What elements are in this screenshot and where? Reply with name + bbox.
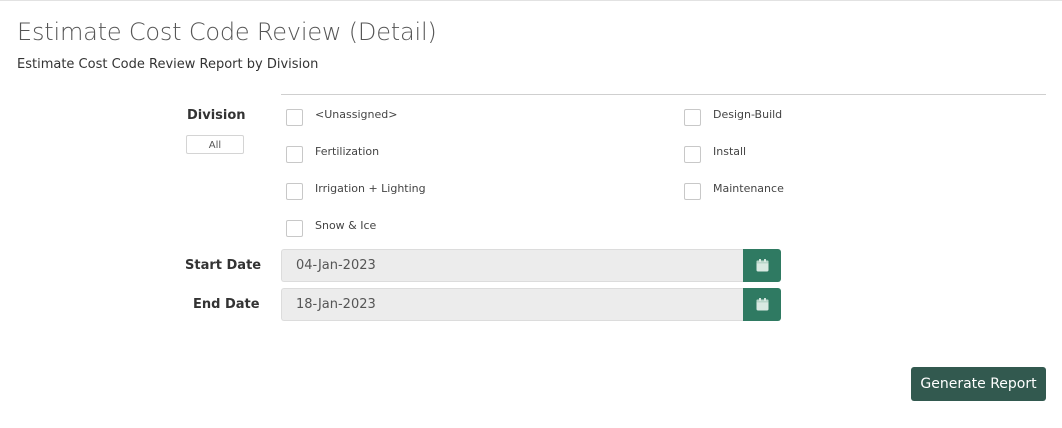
checkbox[interactable] <box>286 220 303 237</box>
generate-report-button[interactable]: Generate Report <box>911 367 1046 401</box>
section-divider <box>281 94 1046 95</box>
checkbox[interactable] <box>286 109 303 126</box>
division-checkbox-install[interactable]: Install <box>684 145 746 163</box>
checkbox-label: Install <box>713 145 747 158</box>
division-checkbox-irrigation-lighting[interactable]: Irrigation + Lighting <box>286 182 426 200</box>
calendar-icon <box>756 259 768 272</box>
checkbox[interactable] <box>684 146 701 163</box>
division-checkbox-snow-ice[interactable]: Snow & Ice <box>286 219 376 237</box>
division-checkbox-fertilization[interactable]: Fertilization <box>286 145 379 163</box>
page-title: Estimate Cost Code Review (Detail) <box>17 18 437 46</box>
checkbox[interactable] <box>684 109 701 126</box>
checkbox-label: <Unassigned> <box>315 108 398 121</box>
checkbox-label: Design-Build <box>713 108 783 121</box>
calendar-icon <box>756 298 768 311</box>
checkbox[interactable] <box>286 183 303 200</box>
end-date-label: End Date <box>193 297 260 312</box>
checkbox-label: Snow & Ice <box>315 219 377 232</box>
checkbox-label: Maintenance <box>713 182 784 195</box>
page-subtitle: Estimate Cost Code Review Report by Divi… <box>17 57 319 72</box>
end-date-input[interactable] <box>281 288 743 321</box>
division-label: Division <box>187 108 246 123</box>
checkbox-label: Fertilization <box>315 145 380 158</box>
start-date-input[interactable] <box>281 249 743 282</box>
division-checkbox-unassigned[interactable]: <Unassigned> <box>286 108 397 126</box>
end-date-calendar-button[interactable] <box>743 288 781 321</box>
checkbox[interactable] <box>286 146 303 163</box>
start-date-calendar-button[interactable] <box>743 249 781 282</box>
start-date-label: Start Date <box>185 258 262 273</box>
division-checkbox-maintenance[interactable]: Maintenance <box>684 182 784 200</box>
checkbox-label: Irrigation + Lighting <box>315 182 426 195</box>
checkbox[interactable] <box>684 183 701 200</box>
select-all-divisions-button[interactable]: All <box>186 135 244 154</box>
division-checkbox-design-build[interactable]: Design-Build <box>684 108 782 126</box>
